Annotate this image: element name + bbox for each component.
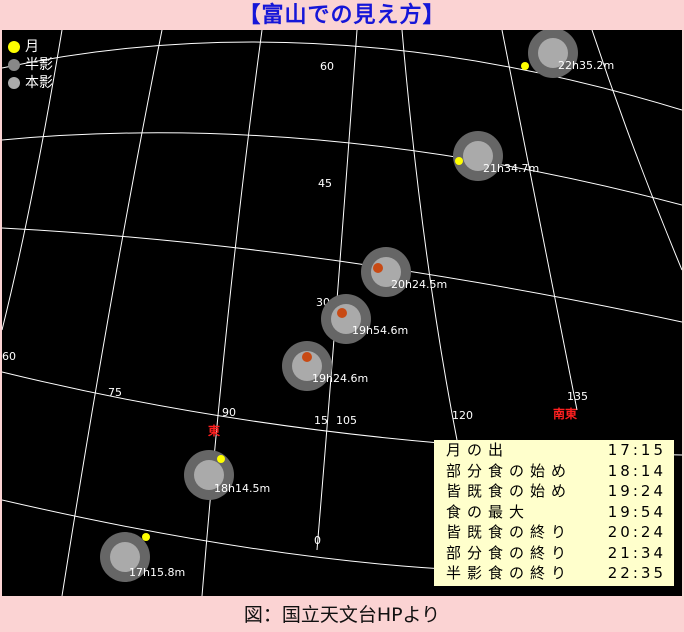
times-label: 皆既食の始め — [446, 482, 573, 500]
direction-southeast: 南東 — [553, 406, 577, 421]
azimuth-line-105 — [316, 30, 358, 551]
eclipse-times-table: 月の出 17:15 部分食の始め 18:14 皆既食の始め 19:24 食の最大… — [434, 440, 674, 586]
azimuth-label: 120 — [452, 409, 473, 422]
times-row: 食の最大 19:54 — [434, 502, 674, 523]
times-label: 月の出 — [446, 441, 510, 459]
moon-time-label: 21h34.7m — [483, 162, 539, 175]
legend: 月 半影 本影 — [8, 38, 53, 92]
times-row: 部分食の終り 21:34 — [434, 543, 674, 564]
legend-item-umbra: 本影 — [8, 74, 53, 92]
image-caption: 図：国立天文台HPより — [243, 604, 441, 626]
direction-east: 東 — [208, 423, 220, 438]
altitude-line-0 — [2, 499, 463, 571]
times-value: 20:24 — [607, 523, 666, 541]
moon-time-label: 19h24.6m — [312, 372, 368, 385]
azimuth-label: 60 — [2, 350, 16, 363]
moon-position: 20h24.5m — [361, 247, 447, 297]
times-row: 皆既食の終り 20:24 — [434, 522, 674, 543]
moon-position: 17h15.8m — [100, 532, 185, 582]
azimuth-label: 75 — [108, 386, 122, 399]
altitude-label: 0 — [314, 534, 321, 547]
azimuth-line-90 — [201, 30, 263, 596]
times-value: 19:54 — [607, 502, 666, 521]
times-label: 食の最大 — [446, 502, 531, 521]
sky-chart: 60 45 30 15 0 60 75 90 105 120 135 東 南東 … — [2, 30, 682, 596]
times-label: 皆既食の終り — [446, 523, 573, 541]
altitude-label: 15 — [314, 414, 328, 427]
azimuth-line-135 — [501, 30, 578, 411]
legend-label: 本影 — [25, 75, 53, 91]
times-value: 18:14 — [607, 461, 666, 480]
altitude-label: 60 — [320, 60, 334, 73]
azimuth-line-120 — [401, 30, 458, 441]
moon-time-label: 17h15.8m — [129, 566, 185, 579]
penumbra-icon — [8, 59, 20, 71]
times-value: 19:24 — [607, 482, 666, 500]
moon-position: 19h24.6m — [282, 341, 368, 391]
legend-label: 半影 — [25, 57, 53, 73]
legend-item-moon: 月 — [8, 38, 53, 56]
azimuth-line-75 — [61, 30, 163, 596]
moon-position: 18h14.5m — [184, 450, 270, 500]
times-label: 部分食の終り — [446, 543, 573, 562]
times-value: 22:35 — [607, 564, 666, 582]
moon-time-label: 22h35.2m — [558, 59, 614, 72]
page-title: 【富山での見え方】 — [238, 3, 446, 28]
moon-position: 21h34.7m — [453, 131, 539, 181]
azimuth-label: 135 — [567, 390, 588, 403]
times-label: 部分食の始め — [446, 461, 573, 480]
altitude-line-45 — [2, 132, 682, 206]
umbra-icon — [8, 77, 20, 89]
times-row: 皆既食の始め 19:24 — [434, 481, 674, 502]
legend-item-penumbra: 半影 — [8, 56, 53, 74]
times-value: 21:34 — [607, 543, 666, 562]
azimuth-label: 90 — [222, 406, 236, 419]
times-row: 月の出 17:15 — [434, 440, 674, 461]
altitude-line-60 — [2, 41, 682, 111]
azimuth-label: 105 — [336, 414, 357, 427]
moon-time-label: 19h54.6m — [352, 324, 408, 337]
altitude-label: 45 — [318, 177, 332, 190]
times-value: 17:15 — [607, 441, 666, 459]
legend-label: 月 — [25, 39, 39, 55]
times-row: 部分食の始め 18:14 — [434, 461, 674, 482]
moon-time-label: 20h24.5m — [391, 278, 447, 291]
moon-icon — [8, 41, 20, 53]
moon-time-label: 18h14.5m — [214, 482, 270, 495]
times-row: 半影食の終り 22:35 — [434, 563, 674, 584]
times-label: 半影食の終り — [446, 564, 573, 582]
moon-position: 19h54.6m — [321, 294, 408, 344]
